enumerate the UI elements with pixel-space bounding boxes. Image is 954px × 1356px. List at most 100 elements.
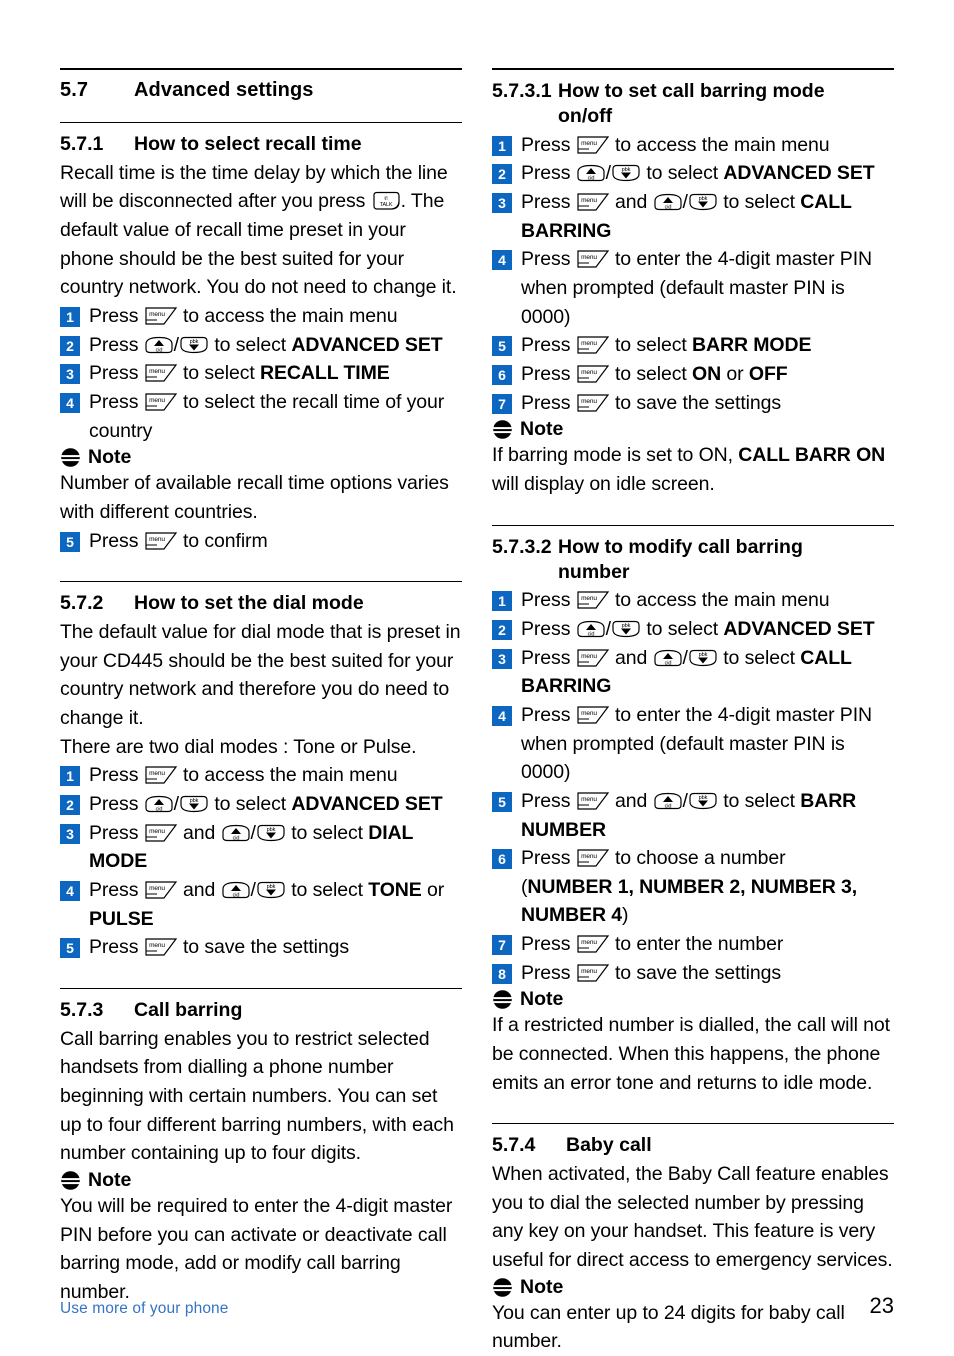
two-column-layout: 5.7 Advanced settings 5.7.1 How to selec… [60,68,894,1356]
note-label: Note [88,446,132,469]
down-pbk-key-icon: pbk [256,880,286,900]
step-item: 2 Press cid / pbk to select ADVANCED SET [60,790,462,819]
step-number-badge: 3 [60,823,80,844]
step-item: 1 Press menu to access the main menu [60,761,462,790]
divider [492,524,894,526]
down-pbk-key-icon: pbk [256,823,286,843]
step-item: 5 Press menu and cid / pbk to select BARR … [492,787,894,844]
step-item: 1 Press menu to access the main menu [492,131,894,160]
down-pbk-key-icon: pbk [688,192,718,212]
step-number-badge: 3 [492,648,512,669]
svg-text:menu: menu [581,340,597,347]
note-text: You will be required to enter the 4-digi… [60,1194,453,1303]
menu-softkey-icon: menu [576,335,610,355]
down-pbk-key-icon: pbk [179,794,209,814]
note-icon [492,419,513,440]
step-text: Press cid / pbk to select ADVANCED SET [521,162,875,185]
svg-text:menu: menu [149,828,165,835]
step-item: 1 Press menu to access the main menu [492,586,894,615]
step-text: Press menu to enter the 4-digit master P… [521,248,873,328]
step-number-badge: 8 [492,963,512,984]
svg-text:pbk: pbk [699,795,708,801]
note-block-heading: Note [60,446,462,469]
step-text: Press cid / pbk to select ADVANCED SET [521,617,875,640]
step-item: 3 Press menu and cid / pbk to select DIAL … [60,819,462,876]
svg-text:cid: cid [587,631,594,637]
section-number: 5.7 [60,79,89,101]
step-text: Press menu to enter the number [521,933,784,956]
svg-text:pbk: pbk [267,884,276,890]
step-item: 3 Press menu and cid / pbk to select CALL … [492,188,894,245]
svg-text:menu: menu [581,369,597,376]
step-text: Press menu to save the settings [521,961,782,984]
step-number-badge: 2 [60,335,80,356]
step-item: 5 Press menu to confirm [60,527,462,556]
step-number-badge: 7 [492,935,512,956]
svg-text:menu: menu [581,595,597,602]
step-item: 3 Press menu to select RECALL TIME [60,359,462,388]
svg-text:menu: menu [149,885,165,892]
note-label: Note [520,418,564,441]
svg-text:pbk: pbk [699,652,708,658]
step-number-badge: 6 [492,849,512,870]
step-item: 6 Press menu to select ON or OFF [492,360,894,389]
up-cid-key-icon: cid [576,619,606,639]
step-text: Press menu and cid / pbk to select DIAL MO… [89,821,413,873]
menu-softkey-icon: menu [144,392,178,412]
step-item: 2 Press cid / pbk to select ADVANCED SET [492,159,894,188]
svg-text:menu: menu [581,653,597,660]
up-cid-key-icon: cid [653,192,683,212]
step-number-badge: 7 [492,393,512,414]
note-text: Number of available recall time options … [60,472,449,523]
svg-text:cid: cid [664,660,671,666]
step-item: 1 Press menu to access the main menu [60,302,462,331]
svg-text:TALK: TALK [379,202,392,208]
divider [492,68,894,70]
down-pbk-key-icon: pbk [688,648,718,668]
section-number: 5.7.3.2 [492,535,552,558]
step-text: Press menu to access the main menu [89,764,398,787]
step-text: Press cid / pbk to select ADVANCED SET [89,333,443,356]
step-item: 2 Press cid / pbk to select ADVANCED SET [60,331,462,360]
step-number-badge: 2 [60,794,80,815]
menu-softkey-icon: menu [576,393,610,413]
step-number-badge: 3 [492,193,512,213]
down-pbk-key-icon: pbk [688,791,718,811]
svg-text:pbk: pbk [622,167,631,173]
step-text: Press menu to access the main menu [89,305,398,328]
step-text: Press menu and cid / pbk to select CALL BA… [521,646,852,698]
svg-text:menu: menu [149,368,165,375]
step-item: 7 Press menu to save the settings [492,389,894,418]
step-number-badge: 2 [492,619,512,640]
svg-text:menu: menu [581,140,597,147]
step-number-badge: 4 [60,880,80,901]
up-cid-key-icon: cid [144,335,174,355]
svg-text:cid: cid [664,803,671,809]
svg-text:menu: menu [581,710,597,717]
step-text: Press menu and cid / pbk to select BARR NU… [521,789,857,841]
step-text: Press menu to confirm [89,529,268,552]
section-573-intro: Call barring enables you to restrict sel… [60,1027,454,1165]
step-number-badge: 5 [492,336,512,357]
step-number-badge: 2 [492,164,512,185]
svg-text:menu: menu [581,398,597,405]
section-title: How to select recall time [134,133,362,155]
step-number-badge: 1 [60,766,80,787]
step-item: 4 Press menu to select the recall time o… [60,388,462,445]
section-number: 5.7.3 [60,998,104,1021]
note-label: Note [520,988,564,1011]
note-icon [60,447,81,468]
menu-softkey-icon: menu [144,363,178,383]
section-572-intro2: There are two dial modes : Tone or Pulse… [60,735,417,758]
menu-softkey-icon: menu [144,531,178,551]
svg-text:pbk: pbk [622,623,631,629]
section-heading-5-7: 5.7 Advanced settings [60,79,462,102]
page-number: 23 [869,1293,894,1318]
step-number-badge: 5 [60,531,80,552]
step-text: Press menu to save the settings [521,391,782,414]
menu-softkey-icon: menu [576,934,610,954]
footer-chapter-label: Use more of your phone [60,1300,229,1317]
step-number-badge: 4 [492,705,512,726]
note-block-heading: Note [492,988,894,1011]
section-title-line1: How to set call barring mode [558,80,825,102]
